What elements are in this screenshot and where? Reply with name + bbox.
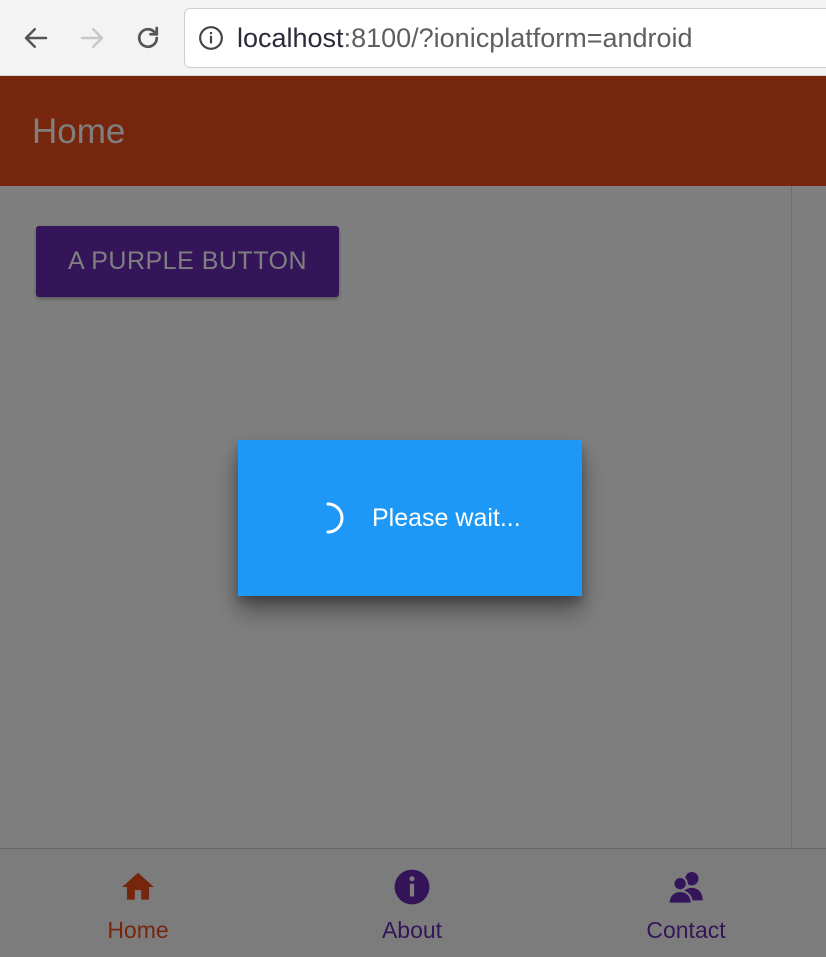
address-bar[interactable]: localhost:8100/?ionicplatform=android [184,8,826,68]
reload-icon [137,26,159,49]
browser-toolbar: localhost:8100/?ionicplatform=android [0,0,826,76]
app-viewport: Home A PURPLE BUTTON Home About [0,76,826,957]
reload-button[interactable] [128,18,168,58]
spinner-icon [326,502,344,534]
loading-dialog: Please wait... [238,440,582,596]
arrow-right-icon [80,28,104,48]
info-icon[interactable] [197,24,225,52]
loading-message: Please wait... [372,503,521,532]
back-button[interactable] [16,18,56,58]
url-text: localhost:8100/?ionicplatform=android [237,23,693,54]
arrow-left-icon [24,28,48,48]
url-path: :8100/?ionicplatform=android [343,22,693,53]
forward-button[interactable] [72,18,112,58]
url-host: localhost [237,22,344,53]
